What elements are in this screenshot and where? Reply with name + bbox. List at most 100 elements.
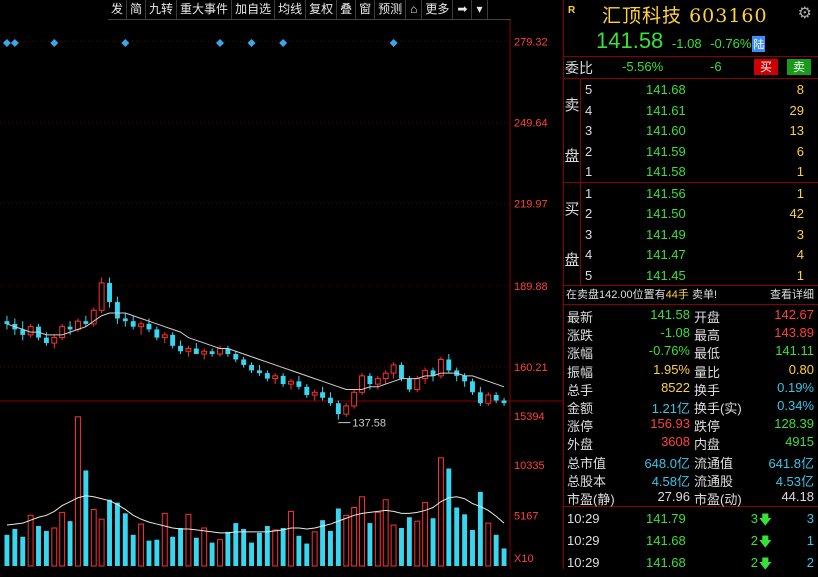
volume-bar <box>185 513 192 567</box>
tick-volume: 2 <box>750 533 758 549</box>
asks-row[interactable]: 4 141.61 29 <box>564 100 818 121</box>
candle <box>90 307 97 327</box>
price-tick-label: 189.88 <box>514 281 548 293</box>
bids-row[interactable]: 4 141.47 4 <box>564 244 818 265</box>
down-arrow-icon: 🡇 <box>758 556 772 572</box>
toolbar-button-12[interactable]: ➡ <box>453 0 473 19</box>
toolbar-button-8[interactable]: 窗 <box>356 0 376 19</box>
volume: 13 <box>789 123 804 138</box>
volume-bar <box>209 542 215 566</box>
volume-bar <box>59 511 66 567</box>
field-label: 市盈(动) <box>694 491 742 507</box>
volume-bar <box>485 522 492 567</box>
quote-row: 市盈(静) 27.96 市盈(动) 44.18 <box>564 488 818 507</box>
volume-bar <box>477 491 483 566</box>
toolbar-button-9[interactable]: 预测 <box>375 0 407 19</box>
buy-button[interactable]: 买 <box>754 59 778 75</box>
toolbar-button-5[interactable]: 均线 <box>275 0 307 19</box>
volume-bar <box>462 514 468 566</box>
tick-volume: 2 <box>750 555 758 571</box>
volume-bar <box>328 530 333 566</box>
volume-bar <box>304 543 310 566</box>
field-value: 1.95% <box>653 361 690 377</box>
volume: 42 <box>789 206 804 221</box>
field-value: -0.76% <box>648 343 690 359</box>
level: 3 <box>585 226 593 242</box>
toolbar-button-10[interactable]: ⌂ <box>406 0 423 19</box>
volume-bar <box>201 527 208 567</box>
toolbar-button-6[interactable]: 复权 <box>306 0 338 19</box>
asks-row[interactable]: 1 141.58 1 <box>564 161 818 182</box>
bids-row[interactable]: 3 141.49 3 <box>564 224 818 245</box>
field-label: 最高 <box>694 328 721 344</box>
level: 3 <box>585 123 593 138</box>
stock-header: R 汇顶科技 603160 ⚙ 141.58 -1.08 -0.76% 陆 <box>564 0 818 57</box>
field-label: 金额 <box>567 400 594 416</box>
toolbar-button-7[interactable]: 叠 <box>337 0 357 19</box>
volume-bar <box>114 502 120 566</box>
tick-row[interactable]: 10:29 141.68 2 🡇 1 <box>564 529 818 551</box>
asks-row[interactable]: 5 141.68 8 <box>564 79 818 100</box>
field-label: 量比 <box>694 364 721 380</box>
level: 5 <box>585 82 593 97</box>
field-label: 内盘 <box>694 437 721 453</box>
field-label: 外盘 <box>567 437 594 453</box>
tick-time: 10:29 <box>567 555 600 571</box>
toolbar-button-3[interactable]: 重大事件 <box>177 0 233 19</box>
large-order-note: 在卖盘142.00位置有44手 卖单! 查看详细 <box>564 286 818 305</box>
asks-row[interactable]: 2 141.59 6 <box>564 141 818 162</box>
volume-bar <box>343 514 350 567</box>
toolbar-button-11[interactable]: 更多 <box>422 0 454 19</box>
volume: 4 <box>796 247 804 262</box>
volume-bar <box>390 524 397 567</box>
volume-tick-label: 10335 <box>514 460 545 472</box>
kline-chart[interactable]: 279.32 249.64 219.97 189.88 160.21 137.58 15… <box>0 0 563 569</box>
toolbar-button-1[interactable]: 简 <box>127 0 147 19</box>
volume-bar <box>422 502 429 567</box>
volume-bar <box>233 523 239 566</box>
quote-row: 总市值 648.0亿 流通值 641.8亿 <box>564 452 818 471</box>
price: 141.60 <box>646 123 686 138</box>
view-details-link[interactable]: 查看详细 <box>770 286 814 304</box>
bids-row[interactable]: 2 141.50 42 <box>564 203 818 224</box>
price-tick-label: 279.32 <box>514 37 548 49</box>
toolbar-button-4[interactable]: 加自选 <box>232 0 276 19</box>
volume-bar <box>12 528 18 566</box>
volume: 3 <box>796 226 804 242</box>
gear-icon[interactable]: ⚙ <box>798 3 812 23</box>
tick-price: 141.79 <box>646 511 686 527</box>
price: 141.56 <box>646 185 686 201</box>
field-value: 4915 <box>785 434 814 450</box>
price-change: -1.08 <box>671 36 702 51</box>
toolbar-button-0[interactable]: 发 <box>108 0 128 19</box>
field-value: -1.08 <box>660 325 690 341</box>
volume-bar <box>225 531 231 566</box>
field-label: 跌停 <box>694 419 721 435</box>
quote-row: 最新 141.58 开盘 142.67 <box>564 306 818 325</box>
price: 141.49 <box>646 226 686 242</box>
tick-count: 3 <box>806 511 814 527</box>
quote-row: 总手 8522 换手 0.19% <box>564 379 818 398</box>
bids-row[interactable]: 1 141.56 1 <box>564 183 818 204</box>
bids-row[interactable]: 5 141.45 1 <box>564 265 818 286</box>
quote-row: 总股本 4.58亿 流通股 4.53亿 <box>564 470 818 489</box>
tick-list[interactable]: 10:29 141.79 3 🡇 3 10:29 141.68 2 🡇 1 10:29 141.68 2… <box>564 507 818 573</box>
volume-bar <box>122 513 128 566</box>
order-ratio-pct: -5.56% <box>622 59 664 74</box>
price: 141.61 <box>646 102 686 118</box>
tick-price: 141.68 <box>646 555 686 571</box>
volume-bar <box>399 527 404 566</box>
asks-row[interactable]: 3 141.60 13 <box>564 120 818 141</box>
level: 4 <box>585 102 593 118</box>
volume-bar <box>138 523 145 567</box>
volume-bar <box>217 539 223 567</box>
volume-bar <box>320 520 326 566</box>
field-value: 4.53亿 <box>775 473 814 489</box>
sell-button[interactable]: 卖 <box>787 59 811 75</box>
toolbar-button-13[interactable]: ▾ <box>472 0 488 19</box>
tick-row[interactable]: 10:29 141.68 2 🡇 2 <box>564 551 818 573</box>
field-label: 换手 <box>694 382 721 398</box>
field-label: 流通值 <box>694 455 734 471</box>
tick-row[interactable]: 10:29 141.79 3 🡇 3 <box>564 507 818 529</box>
toolbar-button-2[interactable]: 九转 <box>146 0 178 19</box>
